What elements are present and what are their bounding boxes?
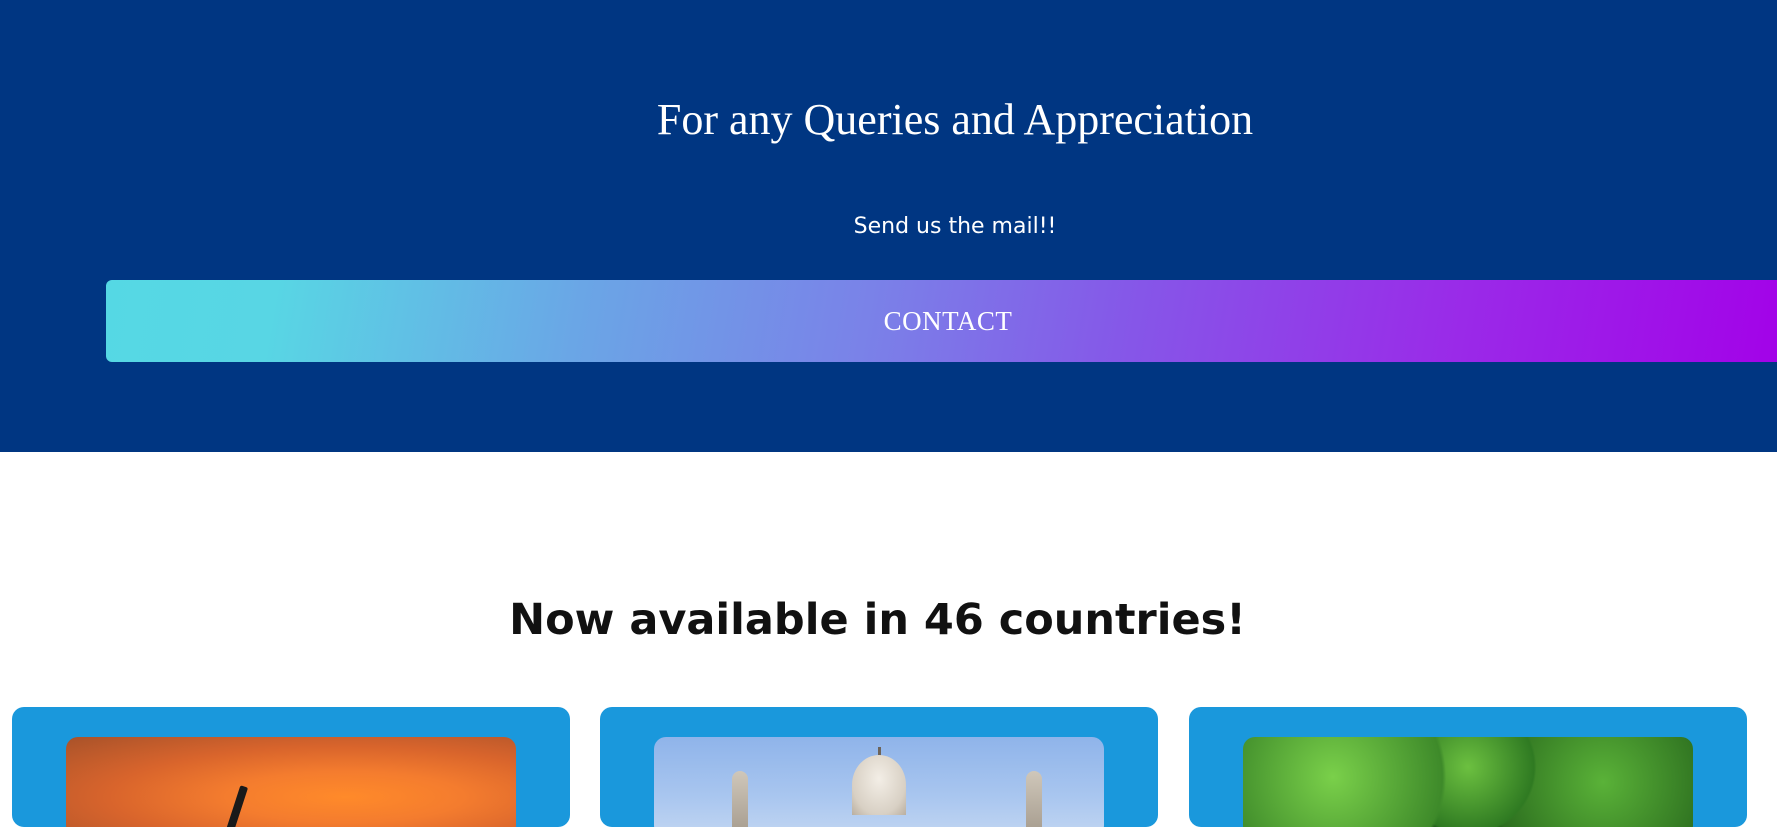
sunset-silhouette-image [66, 737, 516, 827]
destination-card[interactable] [600, 707, 1158, 827]
destination-card[interactable] [1189, 707, 1747, 827]
contact-button[interactable]: CONTACT [106, 280, 1777, 362]
contact-hero-section: For any Queries and Appreciation Send us… [0, 0, 1777, 452]
hero-title: For any Queries and Appreciation [656, 95, 1254, 144]
silhouette-figure [221, 785, 249, 827]
taj-dome [852, 755, 906, 815]
taj-mahal-image [654, 737, 1104, 827]
forest-image [1243, 737, 1693, 827]
destination-card[interactable] [12, 707, 570, 827]
minaret-right [1026, 771, 1042, 827]
availability-heading: Now available in 46 countries! [509, 595, 1246, 645]
contact-button-label: CONTACT [883, 305, 1013, 336]
hero-subtitle: Send us the mail!! [853, 214, 1057, 239]
minaret-left [732, 771, 748, 827]
